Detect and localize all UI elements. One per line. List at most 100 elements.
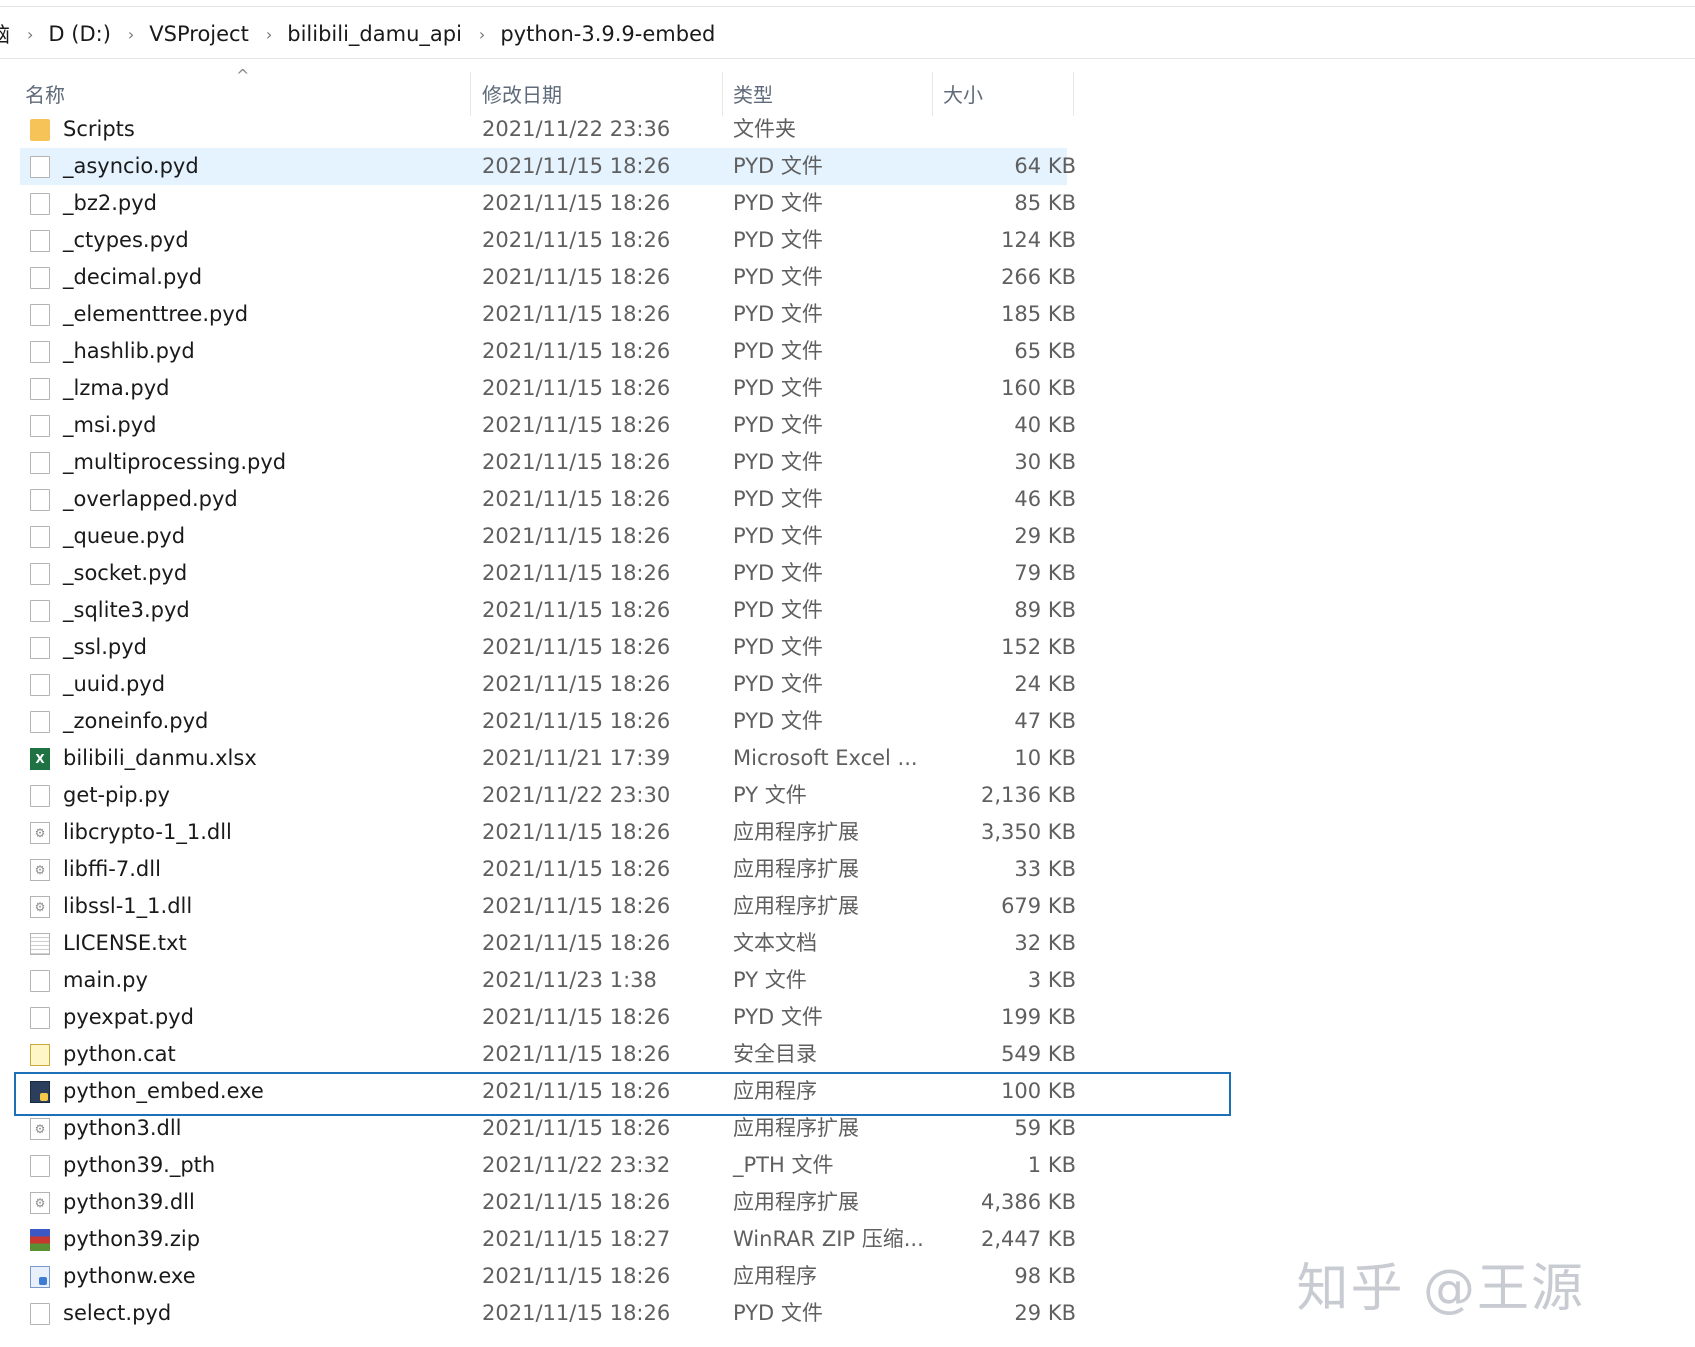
file-row[interactable]: pyexpat.pyd 2021/11/15 18:26 PYD 文件 199 KB bbox=[20, 999, 1120, 1036]
dll-icon bbox=[30, 1118, 50, 1140]
file-modified-date: 2021/11/15 18:26 bbox=[482, 1079, 671, 1103]
file-list: Scripts 2021/11/22 23:36 文件夹 _asyncio.pyd 20… bbox=[14, 111, 1231, 1332]
file-size: 2,136 KB bbox=[981, 783, 1076, 807]
file-size: 152 KB bbox=[1001, 635, 1076, 659]
file-row[interactable]: _zoneinfo.pyd 2021/11/15 18:26 PYD 文件 47 KB bbox=[20, 703, 1120, 740]
file-name: _ctypes.pyd bbox=[63, 228, 189, 252]
file-row[interactable]: main.py 2021/11/23 1:38 PY 文件 3 KB bbox=[20, 962, 1120, 999]
file-size: 199 KB bbox=[1001, 1005, 1076, 1029]
file-size: 266 KB bbox=[1001, 265, 1076, 289]
file-row[interactable]: python39.zip 2021/11/15 18:27 WinRAR ZIP 压… bbox=[20, 1221, 1120, 1258]
file-type: PYD 文件 bbox=[733, 376, 823, 400]
file-name: _socket.pyd bbox=[63, 561, 188, 585]
file-row[interactable]: Xbilibili_danmu.xlsx 2021/11/21 17:39 Micr… bbox=[20, 740, 1120, 777]
file-modified-date: 2021/11/15 18:26 bbox=[482, 302, 671, 326]
file-type: 应用程序扩展 bbox=[733, 1116, 859, 1140]
file-size: 85 KB bbox=[1014, 191, 1076, 215]
chevron-right-icon[interactable]: › bbox=[114, 25, 146, 44]
file-row[interactable]: _hashlib.pyd 2021/11/15 18:26 PYD 文件 65 KB bbox=[20, 333, 1120, 370]
file-type: PYD 文件 bbox=[733, 1005, 823, 1029]
column-header-type[interactable]: 类型 bbox=[723, 72, 933, 116]
breadcrumb-drive[interactable]: D (D:) bbox=[45, 22, 113, 46]
dll-icon bbox=[30, 1192, 50, 1214]
file-row[interactable]: python39.dll 2021/11/15 18:26 应用程序扩展 4,386 … bbox=[20, 1184, 1120, 1221]
file-modified-date: 2021/11/15 18:26 bbox=[482, 1042, 671, 1066]
file-type: PYD 文件 bbox=[733, 228, 823, 252]
file-modified-date: 2021/11/15 18:26 bbox=[482, 413, 671, 437]
file-size: 679 KB bbox=[1001, 894, 1076, 918]
file-name: LICENSE.txt bbox=[63, 931, 187, 955]
file-icon bbox=[30, 378, 50, 400]
file-row[interactable]: libssl-1_1.dll 2021/11/15 18:26 应用程序扩展 679 … bbox=[20, 888, 1120, 925]
file-size: 3,350 KB bbox=[981, 820, 1076, 844]
file-row[interactable]: libffi-7.dll 2021/11/15 18:26 应用程序扩展 33 KB bbox=[20, 851, 1120, 888]
file-icon bbox=[30, 1007, 50, 1029]
file-icon bbox=[30, 1155, 50, 1177]
file-type: PYD 文件 bbox=[733, 1301, 823, 1325]
file-name: _msi.pyd bbox=[63, 413, 157, 437]
file-row[interactable]: _socket.pyd 2021/11/15 18:26 PYD 文件 79 KB bbox=[20, 555, 1120, 592]
file-row[interactable]: pythonw.exe 2021/11/15 18:26 应用程序 98 KB bbox=[20, 1258, 1120, 1295]
file-modified-date: 2021/11/15 18:26 bbox=[482, 191, 671, 215]
file-row[interactable]: _multiprocessing.pyd 2021/11/15 18:26 PYD … bbox=[20, 444, 1120, 481]
file-icon bbox=[30, 674, 50, 696]
column-header-name[interactable]: 名称 bbox=[20, 72, 471, 116]
file-row[interactable]: LICENSE.txt 2021/11/15 18:26 文本文档 32 KB bbox=[20, 925, 1120, 962]
file-row[interactable]: python3.dll 2021/11/15 18:26 应用程序扩展 59 KB bbox=[20, 1110, 1120, 1147]
file-type: PYD 文件 bbox=[733, 413, 823, 437]
file-icon bbox=[30, 1303, 50, 1325]
file-row[interactable]: _uuid.pyd 2021/11/15 18:26 PYD 文件 24 KB bbox=[20, 666, 1120, 703]
file-row[interactable]: _asyncio.pyd 2021/11/15 18:26 PYD 文件 64 KB bbox=[20, 148, 1076, 185]
file-modified-date: 2021/11/22 23:36 bbox=[482, 117, 671, 141]
address-bar[interactable]: 脑 › D (D:) › VSProject › bilibili_damu_a… bbox=[0, 10, 1695, 59]
chevron-right-icon[interactable]: › bbox=[465, 25, 497, 44]
column-header-size[interactable]: 大小 bbox=[933, 72, 1074, 116]
file-row[interactable]: _overlapped.pyd 2021/11/15 18:26 PYD 文件 46 … bbox=[20, 481, 1120, 518]
file-type: PY 文件 bbox=[733, 968, 807, 992]
file-size: 40 KB bbox=[1014, 413, 1076, 437]
breadcrumb-current-folder[interactable]: python-3.9.9-embed bbox=[497, 22, 718, 46]
chevron-right-icon[interactable]: › bbox=[13, 25, 45, 44]
file-modified-date: 2021/11/15 18:26 bbox=[482, 820, 671, 844]
file-row[interactable]: _sqlite3.pyd 2021/11/15 18:26 PYD 文件 89 KB bbox=[20, 592, 1120, 629]
file-modified-date: 2021/11/15 18:26 bbox=[482, 598, 671, 622]
file-row[interactable]: _msi.pyd 2021/11/15 18:26 PYD 文件 40 KB bbox=[20, 407, 1120, 444]
file-row[interactable]: _ssl.pyd 2021/11/15 18:26 PYD 文件 152 KB bbox=[20, 629, 1120, 666]
file-row[interactable]: select.pyd 2021/11/15 18:26 PYD 文件 29 KB bbox=[20, 1295, 1120, 1332]
file-size: 549 KB bbox=[1001, 1042, 1076, 1066]
file-name: bilibili_danmu.xlsx bbox=[63, 746, 257, 770]
file-row[interactable]: _queue.pyd 2021/11/15 18:26 PYD 文件 29 KB bbox=[20, 518, 1120, 555]
file-icon bbox=[30, 600, 50, 622]
breadcrumb-root[interactable]: 脑 bbox=[0, 19, 13, 49]
breadcrumb-bilibili[interactable]: bilibili_damu_api bbox=[284, 22, 465, 46]
file-name: python39._pth bbox=[63, 1153, 216, 1177]
file-name: pythonw.exe bbox=[63, 1264, 196, 1288]
file-row[interactable]: get-pip.py 2021/11/22 23:30 PY 文件 2,136 KB bbox=[20, 777, 1120, 814]
file-type: PYD 文件 bbox=[733, 487, 823, 511]
file-name: _multiprocessing.pyd bbox=[63, 450, 287, 474]
file-modified-date: 2021/11/15 18:26 bbox=[482, 1301, 671, 1325]
file-row[interactable]: python_embed.exe 2021/11/15 18:26 应用程序 100 … bbox=[14, 1072, 1231, 1116]
file-modified-date: 2021/11/22 23:32 bbox=[482, 1153, 671, 1177]
file-type: PYD 文件 bbox=[733, 154, 823, 178]
file-name: python39.dll bbox=[63, 1190, 195, 1214]
file-row[interactable]: _bz2.pyd 2021/11/15 18:26 PYD 文件 85 KB bbox=[20, 185, 1120, 222]
column-header-date[interactable]: 修改日期 bbox=[471, 72, 723, 116]
file-type: 安全目录 bbox=[733, 1042, 817, 1066]
file-type: PYD 文件 bbox=[733, 339, 823, 363]
chevron-right-icon[interactable]: › bbox=[252, 25, 284, 44]
file-name: libffi-7.dll bbox=[63, 857, 161, 881]
file-row[interactable]: _decimal.pyd 2021/11/15 18:26 PYD 文件 266 KB bbox=[20, 259, 1120, 296]
file-row[interactable]: _ctypes.pyd 2021/11/15 18:26 PYD 文件 124 KB bbox=[20, 222, 1120, 259]
breadcrumb-vsproject[interactable]: VSProject bbox=[146, 22, 252, 46]
file-row[interactable]: Scripts 2021/11/22 23:36 文件夹 bbox=[20, 111, 1120, 148]
file-row[interactable]: _lzma.pyd 2021/11/15 18:26 PYD 文件 160 KB bbox=[20, 370, 1120, 407]
file-size: 59 KB bbox=[1014, 1116, 1076, 1140]
file-name: libssl-1_1.dll bbox=[63, 894, 193, 918]
file-type: PY 文件 bbox=[733, 783, 807, 807]
file-row[interactable]: _elementtree.pyd 2021/11/15 18:26 PYD 文件 18… bbox=[20, 296, 1120, 333]
file-size: 79 KB bbox=[1014, 561, 1076, 585]
file-row[interactable]: python39._pth 2021/11/22 23:32 _PTH 文件 1 KB bbox=[20, 1147, 1120, 1184]
file-row[interactable]: python.cat 2021/11/15 18:26 安全目录 549 KB bbox=[20, 1036, 1120, 1073]
file-row[interactable]: libcrypto-1_1.dll 2021/11/15 18:26 应用程序扩展 3… bbox=[20, 814, 1120, 851]
